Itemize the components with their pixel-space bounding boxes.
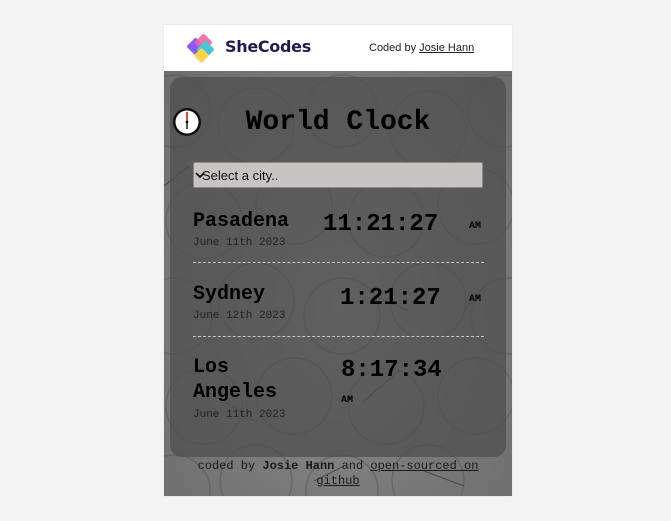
coded-by: Coded by Josie Hann	[369, 42, 474, 54]
world-clock-card: World Clock Select a city.. Pasadena Jun…	[170, 77, 506, 457]
city-ampm: AM	[469, 221, 482, 232]
footer: coded by Josie Hann and open-sourced on g…	[164, 459, 512, 489]
brand-name: SheCodes	[225, 37, 311, 56]
city-select[interactable]: Select a city..	[193, 162, 483, 188]
city-row-los-angeles: Los Angeles June 11th 2023 8:17:34 AM	[193, 355, 483, 427]
footer-prefix: coded by	[197, 459, 256, 473]
city-time: 11:21:27	[323, 211, 439, 238]
city-time: 1:21:27	[340, 285, 441, 312]
shecodes-logo-icon	[187, 34, 214, 63]
footer-link-line-2: github	[316, 474, 360, 488]
clock-icon	[173, 108, 201, 136]
city-name-line-1: Los	[193, 356, 230, 379]
city-select-value: Select a city..	[202, 168, 279, 183]
city-name: Los Angeles	[193, 355, 277, 405]
divider	[193, 336, 484, 337]
coded-by-author-link[interactable]: Josie Hann	[419, 42, 474, 54]
title-text: World Clock	[245, 107, 431, 138]
city-row-sydney: Sydney June 12th 2023 1:21:27 AM	[193, 282, 483, 328]
coded-by-prefix: Coded by	[369, 42, 417, 54]
city-row-pasadena: Pasadena June 11th 2023 11:21:27 AM	[193, 209, 483, 255]
city-name-line-2: Angeles	[193, 381, 278, 404]
top-bar: SheCodes Coded by Josie Hann	[164, 25, 512, 71]
page-title: World Clock	[170, 107, 506, 138]
city-time: 8:17:34	[341, 357, 442, 384]
divider	[193, 262, 484, 263]
footer-author: Josie Hann	[262, 459, 335, 473]
city-name: Pasadena	[193, 210, 290, 233]
city-ampm: AM	[469, 294, 482, 305]
city-ampm: AM	[341, 395, 354, 406]
city-date: June 12th 2023	[193, 310, 286, 322]
clock-background: World Clock Select a city.. Pasadena Jun…	[164, 71, 512, 496]
city-date: June 11th 2023	[193, 409, 286, 421]
app-page: SheCodes Coded by Josie Hann World Clock…	[164, 25, 512, 496]
chevron-down-icon	[195, 172, 205, 179]
city-name: Sydney	[193, 283, 266, 306]
city-date: June 11th 2023	[193, 237, 286, 249]
footer-link-line-1: open-sourced on	[370, 459, 479, 473]
footer-middle: and	[341, 459, 364, 473]
